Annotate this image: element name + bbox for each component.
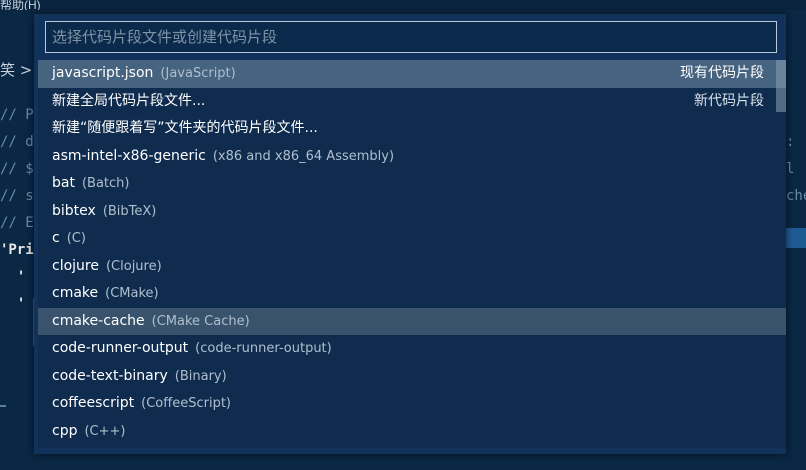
item-label: bibtex [52,202,96,219]
snippet-search-input[interactable] [45,21,777,53]
item-label: bat [52,175,75,191]
item-label: cmake [52,285,99,301]
list-item[interactable]: bat (Batch) [38,170,786,198]
list-item[interactable]: code-text-binary (Binary) [38,363,786,391]
item-label: code-text-binary [52,367,168,384]
item-description: (JavaScript) [160,66,236,81]
list-scrollbar[interactable] [776,60,786,112]
item-description: (CMake) [105,286,159,301]
item-description: (Clojure) [105,258,162,274]
editor-selection [786,228,806,248]
list-item[interactable]: bibtex (BibTeX) [38,198,786,226]
item-description: (x86 and x86_64 Assembly) [212,148,395,164]
editor-code-right: : l che [786,102,806,210]
item-description: (code-runner-output) [195,341,332,356]
item-label: cmake-cache [52,312,145,329]
quick-pick-list: javascript.json (JavaScript) 现有代码片段 新建全局代… [38,60,786,448]
item-label: 新建全局代码片段文件... [52,92,206,109]
item-label: clojure [52,257,99,274]
list-item[interactable]: javascript.json (JavaScript) 现有代码片段 [38,60,786,88]
list-item[interactable]: asm-intel-x86-generic (x86 and x86_64 Ass… [38,143,786,171]
item-description: (BibTeX) [102,203,157,219]
item-label: cpp [52,422,78,439]
item-label: asm-intel-x86-generic [52,147,206,164]
code-line: che [786,188,806,204]
vscode-window: 帮助(H) 笑 > / // Pl // de // $1 // sa // E… [0,0,806,470]
item-tag: 现有代码片段 [680,65,764,81]
list-item[interactable]: cmake-cache (CMake Cache) [38,307,786,335]
list-item[interactable]: cmake (CMake) [38,280,786,308]
list-item[interactable]: cpp (C++) [38,418,786,446]
list-item[interactable]: c (C) [38,225,786,253]
item-description: (C++) [84,423,126,439]
item-tag: 新代码片段 [694,92,764,109]
item-label: 新建“随便跟着写”文件夹的代码片段文件... [52,120,318,136]
item-description: (Binary) [174,368,227,384]
list-item[interactable]: 新建全局代码片段文件... 新代码片段 [38,88,786,116]
item-description: (CoffeeScript) [141,396,231,411]
list-item[interactable]: code-runner-output (code-runner-output) [38,335,786,363]
editor-decoration [0,405,6,407]
item-label: c [52,230,60,246]
item-description: (C) [66,231,86,246]
menu-bar-fragment: 帮助(H) [0,0,41,10]
list-item[interactable]: clojure (Clojure) [38,253,786,281]
code-line: l [786,161,795,177]
item-label: coffeescript [52,395,135,411]
item-description: (Batch) [81,176,130,191]
code-line: : [786,134,795,150]
item-label: javascript.json [52,65,154,81]
item-label: code-runner-output [52,340,189,356]
list-item[interactable]: 新建“随便跟着写”文件夹的代码片段文件... [38,115,786,143]
quick-pick-widget: javascript.json (JavaScript) 现有代码片段 新建全局代… [34,14,786,454]
item-description: (CMake Cache) [151,313,250,329]
list-item[interactable]: coffeescript (CoffeeScript) [38,390,786,418]
